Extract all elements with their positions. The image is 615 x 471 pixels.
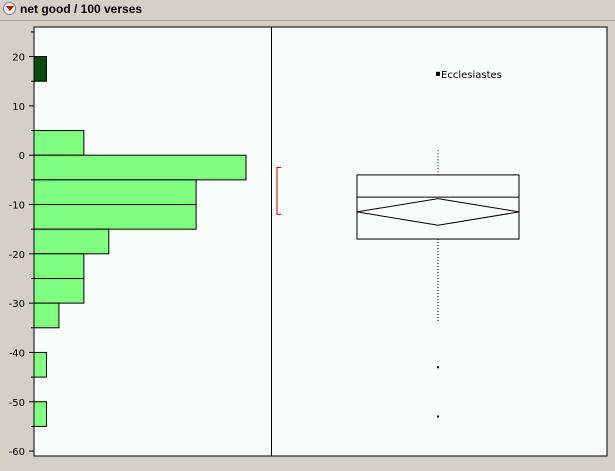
outlier-point-labeled[interactable] [436, 71, 440, 76]
title-bar: net good / 100 verses [0, 0, 615, 21]
histogram-bar[interactable] [33, 154, 247, 181]
y-tick-label: -20 [9, 250, 25, 261]
boxplot-panel [272, 27, 607, 456]
y-tick-label: -30 [9, 299, 25, 310]
y-tick-label: -50 [9, 398, 25, 409]
outlier-point[interactable] [437, 415, 439, 418]
histogram-bar[interactable] [33, 179, 197, 206]
histogram-bar[interactable] [33, 204, 197, 230]
disclosure-triangle-icon[interactable] [3, 2, 16, 15]
histogram-bar[interactable] [33, 302, 60, 329]
y-tick-label: 20 [12, 53, 25, 64]
y-tick-label: 10 [12, 102, 25, 113]
histogram-bar[interactable] [33, 401, 47, 427]
outlier-label: Ecclesiastes [441, 70, 502, 81]
y-tick-label: -40 [9, 348, 25, 359]
y-tick-label: -10 [9, 201, 25, 212]
histogram-bar-selected[interactable] [33, 56, 47, 82]
outlier-point[interactable] [437, 366, 439, 369]
y-tick-label: -60 [9, 447, 25, 458]
histogram-bar[interactable] [33, 228, 110, 255]
y-tick-label: 0 [19, 151, 25, 162]
histogram-bar[interactable] [33, 351, 47, 378]
report-title: net good / 100 verses [20, 2, 143, 16]
histogram-bar[interactable] [33, 253, 85, 279]
histogram-bar[interactable] [33, 130, 85, 156]
distribution-chart: 20 10 0 -10 -20 -30 -40 -50 -60 Ecclesiastes [9, 26, 608, 458]
histogram-bar[interactable] [33, 277, 85, 304]
chart-area: 20 10 0 -10 -20 -30 -40 -50 -60 Ecclesiastes [0, 21, 615, 466]
